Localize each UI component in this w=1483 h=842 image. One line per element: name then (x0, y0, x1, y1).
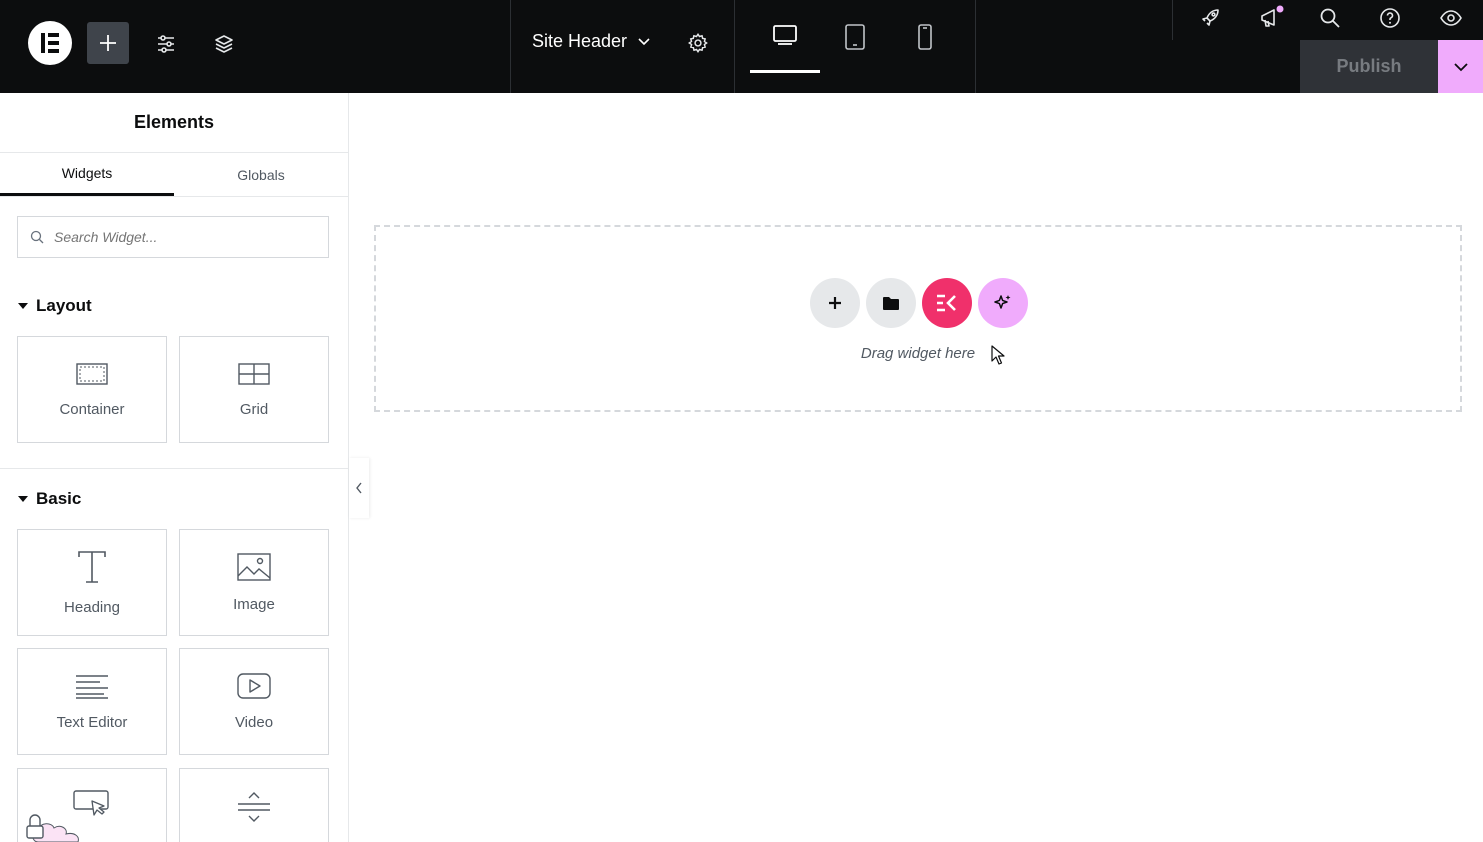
elementor-logo-icon (41, 33, 59, 53)
search-button[interactable] (1316, 4, 1344, 32)
help-icon (1380, 8, 1400, 28)
widget-label: Image (233, 596, 275, 613)
add-element-button[interactable] (87, 22, 129, 64)
widget-text-editor[interactable]: Text Editor (17, 648, 167, 755)
ai-sparkle-icon (994, 295, 1011, 309)
plus-icon (100, 35, 116, 51)
rocket-icon (1202, 9, 1219, 26)
help-button[interactable] (1376, 4, 1404, 32)
caret-down-icon (18, 496, 28, 502)
tablet-view-button[interactable] (820, 0, 890, 73)
topbar-divider (1172, 0, 1173, 40)
sliders-icon (158, 35, 174, 53)
caret-down-icon (18, 303, 28, 309)
elementskit-icon (937, 294, 956, 312)
widget-label: Grid (239, 401, 269, 418)
image-icon (237, 553, 271, 581)
panel-title: Elements (0, 93, 348, 153)
text-editor-icon (76, 675, 108, 699)
widget-video[interactable]: Video (179, 648, 329, 755)
folder-icon (883, 297, 899, 310)
section-layout-toggle[interactable]: Layout (18, 296, 92, 316)
preview-button[interactable] (1436, 4, 1466, 32)
site-settings-button[interactable] (150, 28, 182, 60)
divider-icon (238, 792, 270, 822)
top-bar: Site Header Publish (0, 0, 1483, 93)
promo-illustration (26, 814, 79, 842)
publish-button[interactable]: Publish (1300, 40, 1438, 93)
structure-button[interactable] (208, 28, 240, 60)
document-title-dropdown[interactable]: Site Header (532, 31, 651, 52)
topbar-divider (510, 0, 511, 93)
section-divider (0, 468, 348, 469)
tab-widgets[interactable]: Widgets (0, 153, 174, 196)
widget-grid[interactable]: Grid (179, 336, 329, 443)
container-icon (76, 363, 108, 385)
section-basic-toggle[interactable]: Basic (18, 489, 81, 509)
widget-search (17, 216, 329, 258)
chevron-down-icon (1453, 62, 1468, 71)
video-icon (237, 673, 271, 699)
document-settings-button[interactable] (683, 28, 713, 58)
mouse-cursor-icon (991, 345, 1005, 365)
dropzone-hint: Drag widget here (860, 345, 976, 362)
publish-options-button[interactable] (1438, 40, 1483, 93)
panel-tabs: Widgets Globals (0, 153, 348, 197)
widget-label: Text Editor (56, 714, 128, 731)
mobile-icon (918, 23, 932, 50)
collapse-panel-button[interactable] (349, 458, 369, 518)
topbar-divider (734, 0, 735, 93)
topbar-divider (975, 0, 976, 93)
search-icon (30, 230, 44, 244)
elementskit-library-button[interactable] (922, 278, 972, 328)
chevron-left-icon (356, 482, 362, 494)
mobile-view-button[interactable] (890, 0, 960, 73)
widget-heading[interactable]: Heading (17, 529, 167, 636)
widget-label: Video (234, 714, 274, 731)
section-title: Basic (36, 489, 82, 508)
search-input[interactable] (54, 229, 314, 245)
section-title: Layout (36, 296, 92, 315)
widget-divider[interactable] (179, 768, 329, 842)
add-section-button[interactable] (810, 278, 860, 328)
whats-new-button[interactable] (1256, 4, 1286, 32)
desktop-icon (773, 25, 797, 45)
gear-icon (688, 32, 708, 54)
plus-icon (829, 297, 841, 309)
add-template-button[interactable] (866, 278, 916, 328)
heading-icon (78, 551, 106, 583)
launchpad-button[interactable] (1196, 4, 1224, 32)
search-icon (1320, 8, 1340, 28)
elementor-logo[interactable] (28, 21, 72, 65)
document-title: Site Header (532, 31, 628, 51)
desktop-view-button[interactable] (750, 0, 820, 73)
grid-icon (238, 363, 270, 385)
widget-label: Heading (64, 599, 120, 616)
widget-image[interactable]: Image (179, 529, 329, 636)
chevron-down-icon (638, 37, 650, 45)
tab-globals[interactable]: Globals (174, 153, 348, 196)
widget-label: Container (59, 401, 125, 418)
tablet-icon (845, 23, 865, 50)
eye-icon (1440, 10, 1462, 26)
megaphone-icon (1261, 5, 1284, 27)
notification-dot (1276, 5, 1284, 13)
ai-generate-button[interactable] (978, 278, 1028, 328)
widget-container[interactable]: Container (17, 336, 167, 443)
layers-icon (215, 35, 233, 53)
elements-panel: Elements Widgets Globals Layout Containe… (0, 93, 349, 842)
empty-section-dropzone[interactable]: Drag widget here (374, 225, 1462, 412)
